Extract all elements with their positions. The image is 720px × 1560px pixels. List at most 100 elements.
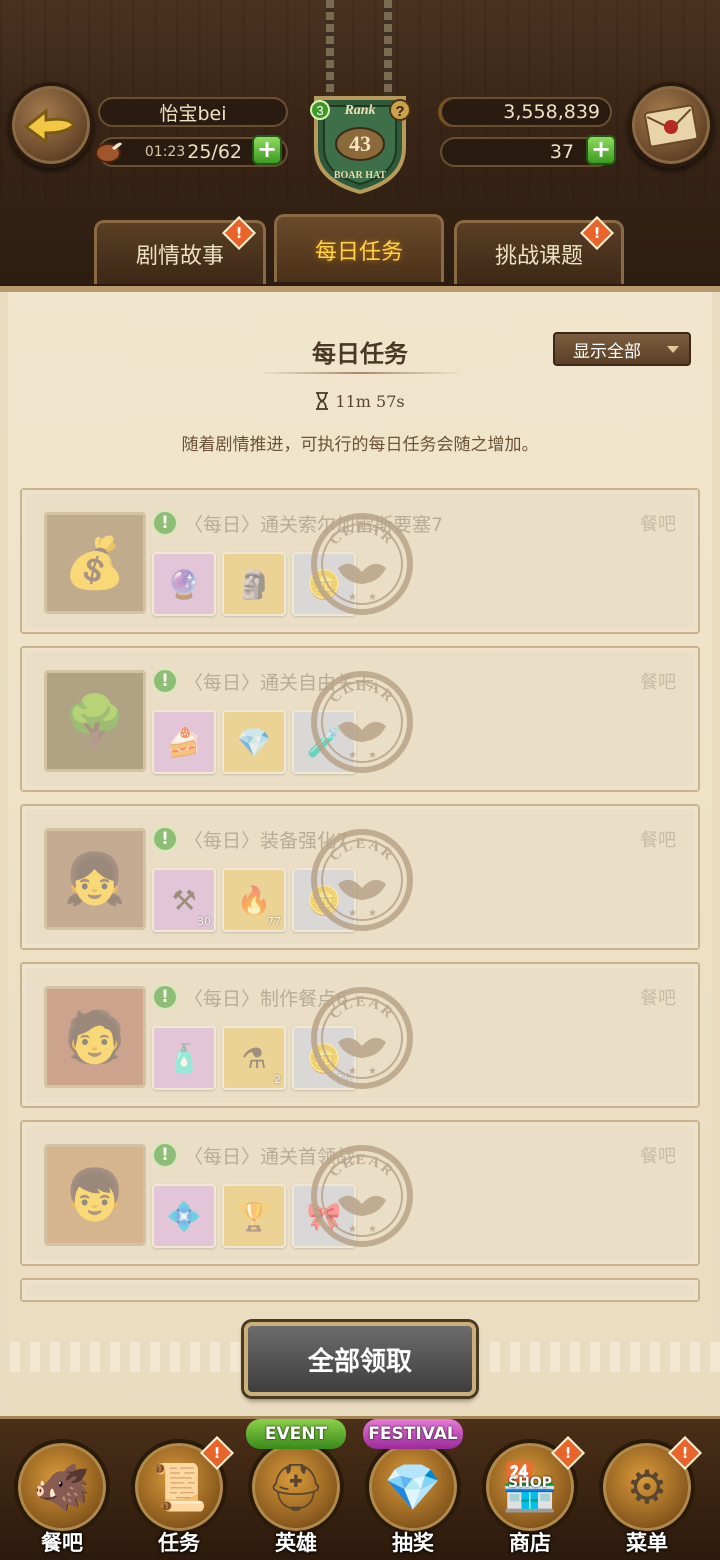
nav-item-scroll[interactable]: 📜! 任务 — [121, 1423, 237, 1560]
clear-stamp-icon: CLEAR ★ ★ — [311, 1145, 413, 1247]
clear-stamp-icon: CLEAR ★ ★ — [311, 513, 413, 615]
quest-location[interactable]: 餐吧 — [640, 510, 676, 536]
event-tag: FESTIVAL — [363, 1419, 463, 1449]
quest-card[interactable]: 👧 ! 〈每日〉装备强化7 餐吧 ⚒ 30 🔥 77 🪙 CLEAR ★ ★ — [20, 804, 700, 950]
anvil-icon: ⚒ — [171, 883, 197, 917]
rank-badge[interactable]: 43 Rank BOAR HAT 3 ? — [306, 88, 414, 196]
quest-location[interactable]: 餐吧 — [640, 1142, 676, 1168]
quest-alert-icon: ! — [152, 826, 178, 852]
svg-text:★: ★ — [348, 1224, 357, 1235]
player-name: 怡宝bei — [98, 97, 288, 127]
timer-value: 11m 57s — [335, 392, 405, 411]
bottom-nav: 🐗 餐吧 📜! 任务 ⛑ EVENT 英雄 💎 FESTIVAL 抽奖 🏪 SHOP! 商店 ⚙! 菜单 — [0, 1416, 720, 1560]
reward-flask-icon[interactable]: ⚗ 2 — [222, 1026, 286, 1090]
nav-item-boar-hat[interactable]: 🐗 餐吧 — [4, 1423, 120, 1560]
reset-timer: 11m 57s — [0, 392, 720, 411]
ban-portrait: 🧑 — [44, 986, 146, 1088]
notice-text: 随着剧情推进，可执行的每日任务会随之增加。 — [181, 435, 539, 455]
quest-location[interactable]: 餐吧 — [640, 826, 676, 852]
svg-text:★: ★ — [368, 1066, 377, 1077]
filter-dropdown[interactable]: 显示全部 — [553, 332, 691, 366]
alert-badge-icon: ! — [222, 216, 256, 250]
rank-badge-text: BOAR HAT — [334, 170, 387, 181]
nav-label: 任务 — [158, 1531, 200, 1555]
title-divider — [255, 372, 465, 374]
reward-trophy-icon[interactable]: 🏆 — [222, 1184, 286, 1248]
quest-card[interactable]: 💰 ! 〈每日〉通关索尔加雷斯要塞7 餐吧 🔮 🗿 🪙 CLEAR ★ ★ — [20, 488, 700, 634]
crystal-icon: 💠 — [166, 1199, 202, 1233]
chevron-down-icon — [667, 346, 679, 353]
svg-text:★: ★ — [348, 592, 357, 603]
reward-anvil-icon[interactable]: ⚒ 30 — [152, 868, 216, 932]
claim-all-button[interactable]: 全部领取 — [244, 1322, 476, 1396]
forest-icon: 🌳 — [44, 670, 146, 772]
tab-label: 每日任务 — [314, 239, 403, 265]
add-gems-button[interactable]: + — [586, 135, 616, 165]
svg-text:★: ★ — [368, 1224, 377, 1235]
tab-daily-missions[interactable]: 每日任务 — [274, 214, 444, 282]
diane-portrait: 👧 — [44, 828, 146, 930]
quest-location[interactable]: 餐吧 — [640, 984, 676, 1010]
king-portrait: 👦 — [44, 1144, 146, 1246]
tab-challenge[interactable]: 挑战课题 ! — [454, 216, 624, 284]
nav-item-crystal[interactable]: 💎 FESTIVAL 抽奖 — [355, 1419, 471, 1560]
back-button[interactable] — [8, 82, 94, 168]
rank-level: 43 — [349, 131, 371, 156]
crystal-icon: 💎 — [365, 1439, 461, 1535]
reward-bottle-icon[interactable]: 🧴 — [152, 1026, 216, 1090]
quest-card[interactable]: 🧑 ! 〈每日〉制作餐点6 餐吧 🧴 ⚗ 2 🪙 15 CLEAR ★ ★ — [20, 962, 700, 1108]
nav-item-shop[interactable]: 🏪 SHOP! 商店 — [472, 1423, 588, 1560]
reward-diamond-icon[interactable]: 💎 — [222, 710, 286, 774]
reward-statue-icon[interactable]: 🗿 — [222, 552, 286, 616]
filter-label: 显示全部 — [573, 341, 641, 362]
svg-text:★: ★ — [368, 908, 377, 919]
orb-icon: 🔮 — [166, 567, 202, 601]
clear-stamp-icon: CLEAR ★ ★ — [311, 829, 413, 931]
flame-icon: 🔥 — [236, 883, 272, 917]
back-arrow-icon — [23, 107, 76, 145]
reward-orb-icon[interactable]: 🔮 — [152, 552, 216, 616]
bottle-icon: 🧴 — [166, 1041, 202, 1075]
reward-food-icon[interactable]: 🍰 — [152, 710, 216, 774]
quest-card[interactable]: 👦 ! 〈每日〉通关首领战 餐吧 💠 🏆 🎀 CLEAR ★ ★ — [20, 1120, 700, 1266]
trophy-icon: 🏆 — [236, 1199, 272, 1233]
quest-alert-icon: ! — [152, 668, 178, 694]
helmet-icon: ⛑ — [248, 1439, 344, 1535]
stamina-value: 25/62 — [187, 141, 242, 163]
quest-card-partial — [20, 1278, 700, 1302]
svg-text:★: ★ — [368, 592, 377, 603]
chain-decoration — [384, 0, 392, 100]
boar-hat-icon: 🐗 — [14, 1439, 110, 1535]
clear-stamp-icon: CLEAR ★ ★ — [311, 987, 413, 1089]
flask-icon: ⚗ — [241, 1041, 267, 1075]
tab-story[interactable]: 剧情故事 ! — [94, 216, 266, 284]
reward-qty: 2 — [274, 1073, 281, 1086]
reward-crystal-icon[interactable]: 💠 — [152, 1184, 216, 1248]
header: 怡宝bei 01:23 25/62 + 43 Rank BOAR HAT 3 ?… — [0, 0, 720, 290]
nav-label: 餐吧 — [41, 1531, 83, 1555]
clear-stamp-icon: CLEAR ★ ★ — [311, 671, 413, 773]
hourglass-icon — [316, 392, 329, 410]
chain-decoration — [326, 0, 334, 100]
nav-label: 抽奖 — [392, 1531, 434, 1555]
quest-alert-icon: ! — [152, 510, 178, 536]
daily-missions-panel: 每日任务 显示全部 11m 57s 随着剧情推进，可执行的每日任务会随之增加。 … — [0, 286, 720, 1422]
quest-card[interactable]: 🌳 ! 〈每日〉通关自由关卡 餐吧 🍰 💎 🧪 CLEAR ★ ★ — [20, 646, 700, 792]
add-stamina-button[interactable]: + — [252, 135, 282, 165]
quest-alert-icon: ! — [152, 984, 178, 1010]
mail-icon — [644, 104, 699, 147]
reward-flame-icon[interactable]: 🔥 77 — [222, 868, 286, 932]
nav-label: 英雄 — [275, 1531, 317, 1555]
nav-label: 菜单 — [626, 1531, 668, 1555]
diamond-icon: 💎 — [236, 725, 272, 759]
mail-button[interactable] — [628, 82, 714, 168]
nav-item-gear[interactable]: ⚙! 菜单 — [589, 1423, 705, 1560]
treasure-icon: 💰 — [44, 512, 146, 614]
svg-text:★: ★ — [348, 1066, 357, 1077]
svg-text:★: ★ — [348, 908, 357, 919]
quest-location[interactable]: 餐吧 — [640, 668, 676, 694]
quest-alert-icon: ! — [152, 1142, 178, 1168]
nav-item-helmet[interactable]: ⛑ EVENT 英雄 — [238, 1419, 354, 1560]
shop-sign-text: SHOP — [508, 1475, 552, 1491]
event-tag: EVENT — [246, 1419, 346, 1449]
